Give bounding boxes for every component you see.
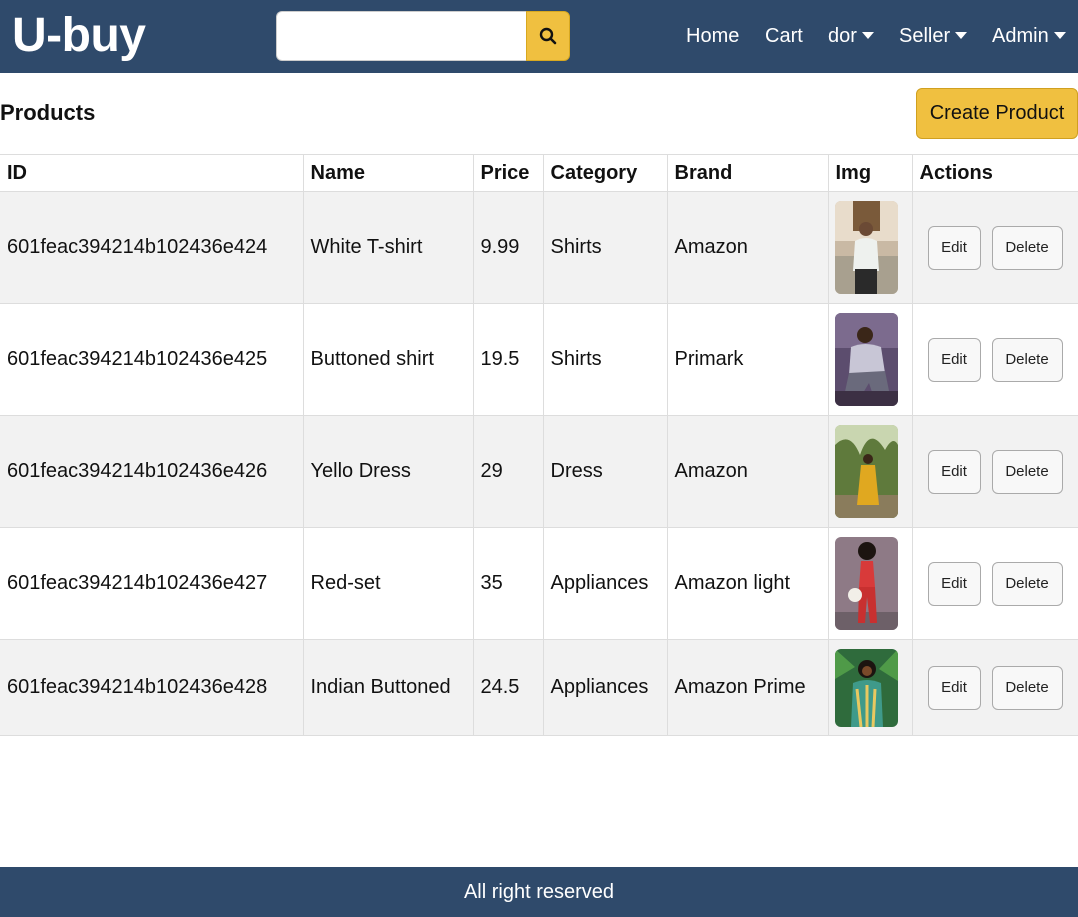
product-id-cell: 601feac394214b102436e426	[0, 415, 304, 528]
product-category-cell: Appliances	[543, 639, 668, 736]
product-img-cell	[828, 191, 913, 304]
product-thumbnail	[834, 313, 898, 406]
nav-cart-label: Cart	[765, 25, 803, 47]
product-name-cell: Buttoned shirt	[303, 303, 474, 416]
product-id-cell: 601feac394214b102436e427	[0, 527, 304, 640]
table-row: 601feac394214b102436e424 White T-shirt 9…	[0, 191, 1078, 304]
product-price-cell: 19.5	[473, 303, 544, 416]
nav-cart-link[interactable]: Cart	[765, 24, 803, 48]
product-brand-cell: Amazon Prime	[667, 639, 829, 736]
delete-button[interactable]: Delete	[991, 337, 1063, 382]
product-img-cell	[828, 303, 913, 416]
table-header-row: ID Name Price Category Brand Img Actions	[0, 154, 1078, 192]
nav-admin-dropdown[interactable]: Admin	[992, 24, 1066, 48]
nav-user-dropdown[interactable]: dor	[828, 24, 874, 48]
page-title: Products	[0, 100, 96, 125]
nav-home-link[interactable]: Home	[686, 24, 739, 48]
product-price-cell: 9.99	[473, 191, 544, 304]
product-thumbnail	[834, 425, 898, 518]
product-name-cell: White T-shirt	[303, 191, 474, 304]
product-brand-cell: Amazon	[667, 191, 829, 304]
caret-down-icon	[1053, 32, 1066, 39]
edit-button[interactable]: Edit	[927, 337, 981, 382]
product-thumbnail	[834, 648, 898, 727]
product-actions-cell: Edit Delete	[912, 304, 1078, 416]
column-header-name: Name	[303, 154, 474, 192]
table-row: 601feac394214b102436e428 Indian Buttoned…	[0, 639, 1078, 736]
product-price-cell: 29	[473, 415, 544, 528]
product-name-cell: Red-set	[303, 527, 474, 640]
table-row: 601feac394214b102436e426 Yello Dress 29 …	[0, 415, 1078, 528]
product-brand-cell: Amazon	[667, 415, 829, 528]
products-table: ID Name Price Category Brand Img Actions…	[0, 154, 1078, 736]
edit-button[interactable]: Edit	[927, 449, 981, 494]
column-header-price: Price	[473, 154, 544, 192]
product-brand-cell: Amazon light	[667, 527, 829, 640]
product-price-cell: 24.5	[473, 639, 544, 736]
product-img-cell	[828, 415, 913, 528]
delete-button[interactable]: Delete	[991, 449, 1063, 494]
product-thumbnail	[834, 537, 898, 630]
product-id-cell: 601feac394214b102436e425	[0, 303, 304, 416]
nav-seller-dropdown[interactable]: Seller	[899, 24, 968, 48]
footer: All right reserved	[0, 867, 1078, 917]
nav-seller-label: Seller	[899, 25, 951, 47]
footer-text: All right reserved	[463, 880, 615, 903]
product-actions-cell: Edit Delete	[912, 528, 1078, 640]
product-name-cell: Indian Buttoned	[303, 639, 474, 736]
product-category-cell: Shirts	[543, 303, 668, 416]
navbar: U-buy Home Cart dor Seller Admin	[0, 0, 1078, 73]
column-header-brand: Brand	[667, 154, 829, 192]
product-category-cell: Shirts	[543, 191, 668, 304]
table-row: 601feac394214b102436e425 Buttoned shirt …	[0, 303, 1078, 416]
product-id-cell: 601feac394214b102436e424	[0, 191, 304, 304]
nav-home-label: Home	[686, 25, 740, 47]
column-header-category: Category	[543, 154, 668, 192]
column-header-img: Img	[828, 154, 913, 192]
product-actions-cell: Edit Delete	[912, 640, 1078, 736]
edit-button[interactable]: Edit	[927, 561, 981, 606]
product-category-cell: Dress	[543, 415, 668, 528]
caret-down-icon	[955, 32, 968, 39]
product-img-cell	[828, 639, 913, 736]
column-header-id: ID	[0, 154, 304, 192]
product-actions-cell: Edit Delete	[912, 192, 1078, 304]
delete-button[interactable]: Delete	[991, 561, 1063, 606]
column-header-actions: Actions	[919, 161, 993, 184]
product-brand-cell: Primark	[667, 303, 829, 416]
product-id-cell: 601feac394214b102436e428	[0, 639, 304, 736]
product-category-cell: Appliances	[543, 527, 668, 640]
product-price-cell: 35	[473, 527, 544, 640]
create-product-button[interactable]: Create Product	[916, 88, 1078, 139]
product-actions-cell: Edit Delete	[912, 416, 1078, 528]
edit-button[interactable]: Edit	[927, 665, 981, 710]
edit-button[interactable]: Edit	[927, 225, 981, 270]
product-img-cell	[828, 527, 913, 640]
product-thumbnail	[834, 201, 898, 294]
delete-button[interactable]: Delete	[991, 665, 1063, 710]
nav-links: Home Cart dor Seller Admin	[0, 24, 1078, 48]
nav-admin-label: Admin	[992, 25, 1049, 47]
nav-user-label: dor	[828, 25, 857, 47]
product-name-cell: Yello Dress	[303, 415, 474, 528]
table-row: 601feac394214b102436e427 Red-set 35 Appl…	[0, 527, 1078, 640]
delete-button[interactable]: Delete	[991, 225, 1063, 270]
caret-down-icon	[861, 32, 874, 39]
